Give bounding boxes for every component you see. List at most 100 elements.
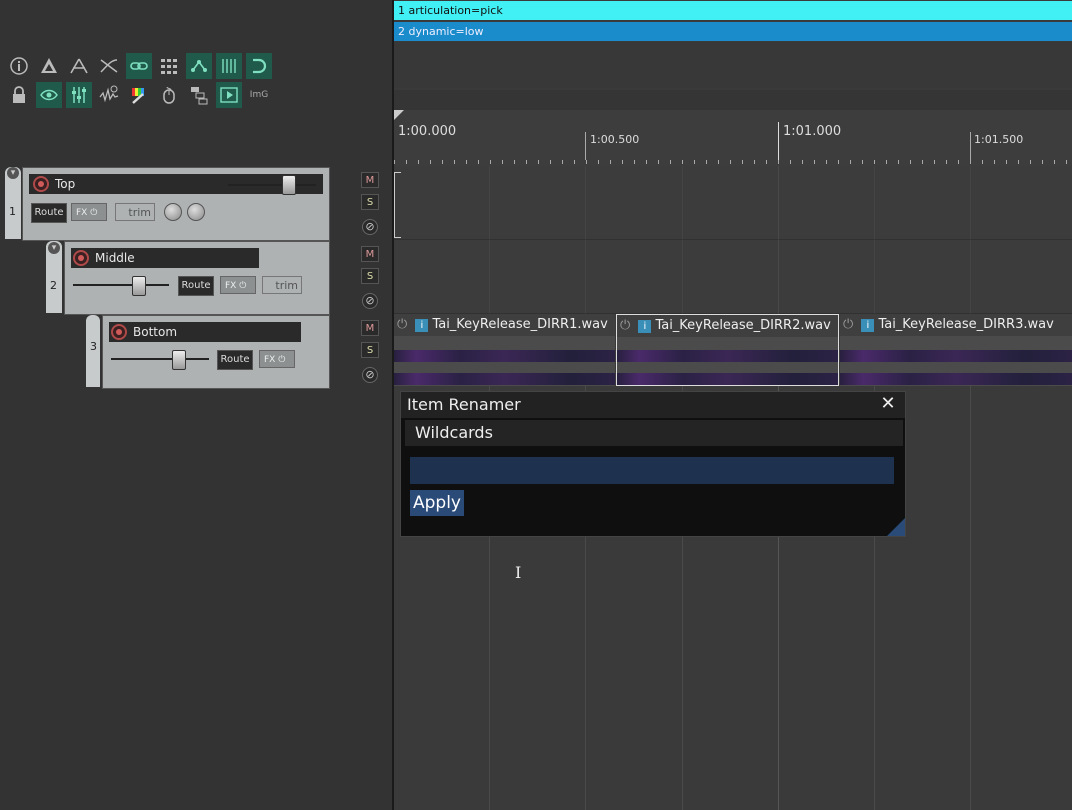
item-name: Tai_KeyRelease_DIRR2.wav bbox=[655, 318, 831, 333]
volume-knob[interactable] bbox=[164, 203, 182, 221]
folder-collapse-icon[interactable]: ▾ bbox=[7, 167, 19, 179]
media-item[interactable]: ⏻ i Tai_KeyRelease_DIRR2.wav bbox=[616, 314, 839, 386]
snap-grid-icon[interactable] bbox=[216, 53, 242, 79]
track-name[interactable]: Bottom bbox=[109, 322, 301, 342]
waveform bbox=[394, 373, 615, 385]
close-icon[interactable]: ✕ bbox=[879, 395, 897, 413]
media-item[interactable]: ⏻ i Tai_KeyRelease_DIRR1.wav bbox=[394, 314, 615, 386]
dialog-title[interactable]: Item Renamer bbox=[401, 392, 905, 418]
magnet-icon[interactable] bbox=[246, 53, 272, 79]
play-icon[interactable] bbox=[216, 82, 242, 108]
crossfade-icon[interactable] bbox=[96, 53, 122, 79]
color-brush-icon[interactable] bbox=[126, 82, 152, 108]
grid-icon[interactable] bbox=[156, 53, 182, 79]
power-icon: ⏻ bbox=[397, 317, 408, 332]
img-label[interactable]: ImG bbox=[246, 82, 272, 108]
item-name: Tai_KeyRelease_DIRR3.wav bbox=[878, 317, 1054, 332]
waveform bbox=[617, 350, 838, 362]
mute-button[interactable]: M bbox=[361, 172, 379, 188]
trim-button[interactable]: trim bbox=[115, 203, 155, 221]
item-title: ⏻ i Tai_KeyRelease_DIRR2.wav bbox=[617, 315, 838, 337]
track-lane-middle[interactable] bbox=[394, 240, 1072, 314]
volume-fader[interactable] bbox=[73, 284, 169, 286]
waveform bbox=[840, 373, 1072, 385]
record-arm-button[interactable] bbox=[33, 176, 49, 192]
fx-label: FX bbox=[76, 208, 88, 218]
volume-fader-knob[interactable] bbox=[172, 350, 186, 370]
text-cursor-icon: I bbox=[515, 563, 522, 582]
trim-button[interactable]: trim bbox=[262, 276, 302, 294]
ripple-icon[interactable] bbox=[36, 53, 62, 79]
ruler-minor-label: 1:01.500 bbox=[974, 133, 1024, 146]
route-button[interactable]: Route bbox=[217, 350, 253, 370]
mixer-icon[interactable] bbox=[66, 82, 92, 108]
phase-button[interactable]: ⊘ bbox=[362, 293, 378, 309]
resize-grip[interactable] bbox=[887, 518, 905, 536]
marker-articulation[interactable]: 1 articulation=pick bbox=[394, 1, 1072, 20]
ruler-tick bbox=[778, 122, 779, 160]
route-button[interactable]: Route bbox=[178, 276, 214, 296]
media-item[interactable]: ⏻ i Tai_KeyRelease_DIRR3.wav bbox=[840, 314, 1072, 386]
volume-fader-knob[interactable] bbox=[132, 276, 146, 296]
timeline-ruler[interactable]: 1:00.000 1:00.500 1:01.000 1:01.500 bbox=[394, 110, 1072, 166]
track-name[interactable]: Middle bbox=[71, 248, 259, 268]
route-button[interactable]: Route bbox=[31, 203, 67, 223]
edit-cursor-marker bbox=[394, 110, 404, 120]
track-lane-top[interactable] bbox=[394, 166, 1072, 240]
info-icon[interactable]: i bbox=[861, 319, 875, 332]
lock-icon[interactable] bbox=[6, 82, 32, 108]
routing-icon[interactable] bbox=[186, 82, 212, 108]
apply-button[interactable]: Apply bbox=[410, 490, 464, 516]
marker-lane-empty bbox=[394, 42, 1072, 88]
region-lane bbox=[394, 90, 1072, 110]
info-icon[interactable] bbox=[6, 53, 32, 79]
ruler-minor-ticks bbox=[394, 160, 1072, 164]
power-icon: ⏻ bbox=[239, 281, 247, 291]
solo-button[interactable]: S bbox=[361, 342, 379, 358]
fx-button[interactable]: FX ⏻ bbox=[259, 350, 295, 368]
record-arm-button[interactable] bbox=[111, 324, 127, 340]
fx-label: FX bbox=[225, 281, 237, 291]
info-icon[interactable]: i bbox=[638, 320, 652, 333]
mouse-icon[interactable] bbox=[156, 82, 182, 108]
envelope-visible-icon[interactable] bbox=[96, 82, 122, 108]
rename-input[interactable] bbox=[410, 457, 894, 484]
mute-button[interactable]: M bbox=[361, 246, 379, 262]
record-arm-button[interactable] bbox=[73, 250, 89, 266]
tab-wildcards[interactable]: Wildcards bbox=[405, 420, 903, 446]
ruler-tick bbox=[970, 132, 971, 160]
ruler-major-label: 1:00.000 bbox=[398, 124, 457, 139]
eye-icon[interactable] bbox=[36, 82, 62, 108]
folder-collapse-icon[interactable]: ▾ bbox=[48, 242, 60, 254]
solo-button[interactable]: S bbox=[361, 268, 379, 284]
folder-bracket bbox=[394, 172, 401, 238]
solo-button[interactable]: S bbox=[361, 194, 379, 210]
power-icon: ⏻ bbox=[620, 318, 631, 333]
track-number: 1 bbox=[9, 205, 16, 218]
phase-button[interactable]: ⊘ bbox=[362, 219, 378, 235]
item-renamer-dialog: Item Renamer ✕ Wildcards Apply bbox=[400, 391, 906, 537]
power-icon: ⏻ bbox=[90, 208, 98, 218]
ruler-tick bbox=[585, 132, 586, 160]
pan-knob[interactable] bbox=[187, 203, 205, 221]
volume-fader[interactable] bbox=[228, 184, 316, 186]
envelope-points-icon[interactable] bbox=[66, 53, 92, 79]
waveform bbox=[840, 350, 1072, 362]
track-middle[interactable]: Middle Route FX ⏻ trim bbox=[64, 241, 330, 315]
phase-button[interactable]: ⊘ bbox=[362, 367, 378, 383]
info-icon[interactable]: i bbox=[415, 319, 429, 332]
track-bottom[interactable]: Bottom Route FX ⏻ bbox=[102, 315, 330, 389]
marker-dynamic[interactable]: 2 dynamic=low bbox=[394, 22, 1072, 41]
group-icon[interactable] bbox=[186, 53, 212, 79]
power-icon: ⏻ bbox=[843, 317, 854, 332]
link-icon[interactable] bbox=[126, 53, 152, 79]
volume-fader[interactable] bbox=[111, 358, 209, 360]
volume-fader-knob[interactable] bbox=[282, 175, 296, 195]
fx-button[interactable]: FX ⏻ bbox=[71, 203, 107, 221]
fx-button[interactable]: FX ⏻ bbox=[220, 276, 256, 294]
track-number: 3 bbox=[90, 340, 97, 353]
track-top[interactable]: Top Route FX ⏻ trim bbox=[22, 167, 330, 241]
waveform bbox=[617, 373, 838, 385]
item-title: ⏻ i Tai_KeyRelease_DIRR1.wav bbox=[394, 314, 615, 336]
mute-button[interactable]: M bbox=[361, 320, 379, 336]
